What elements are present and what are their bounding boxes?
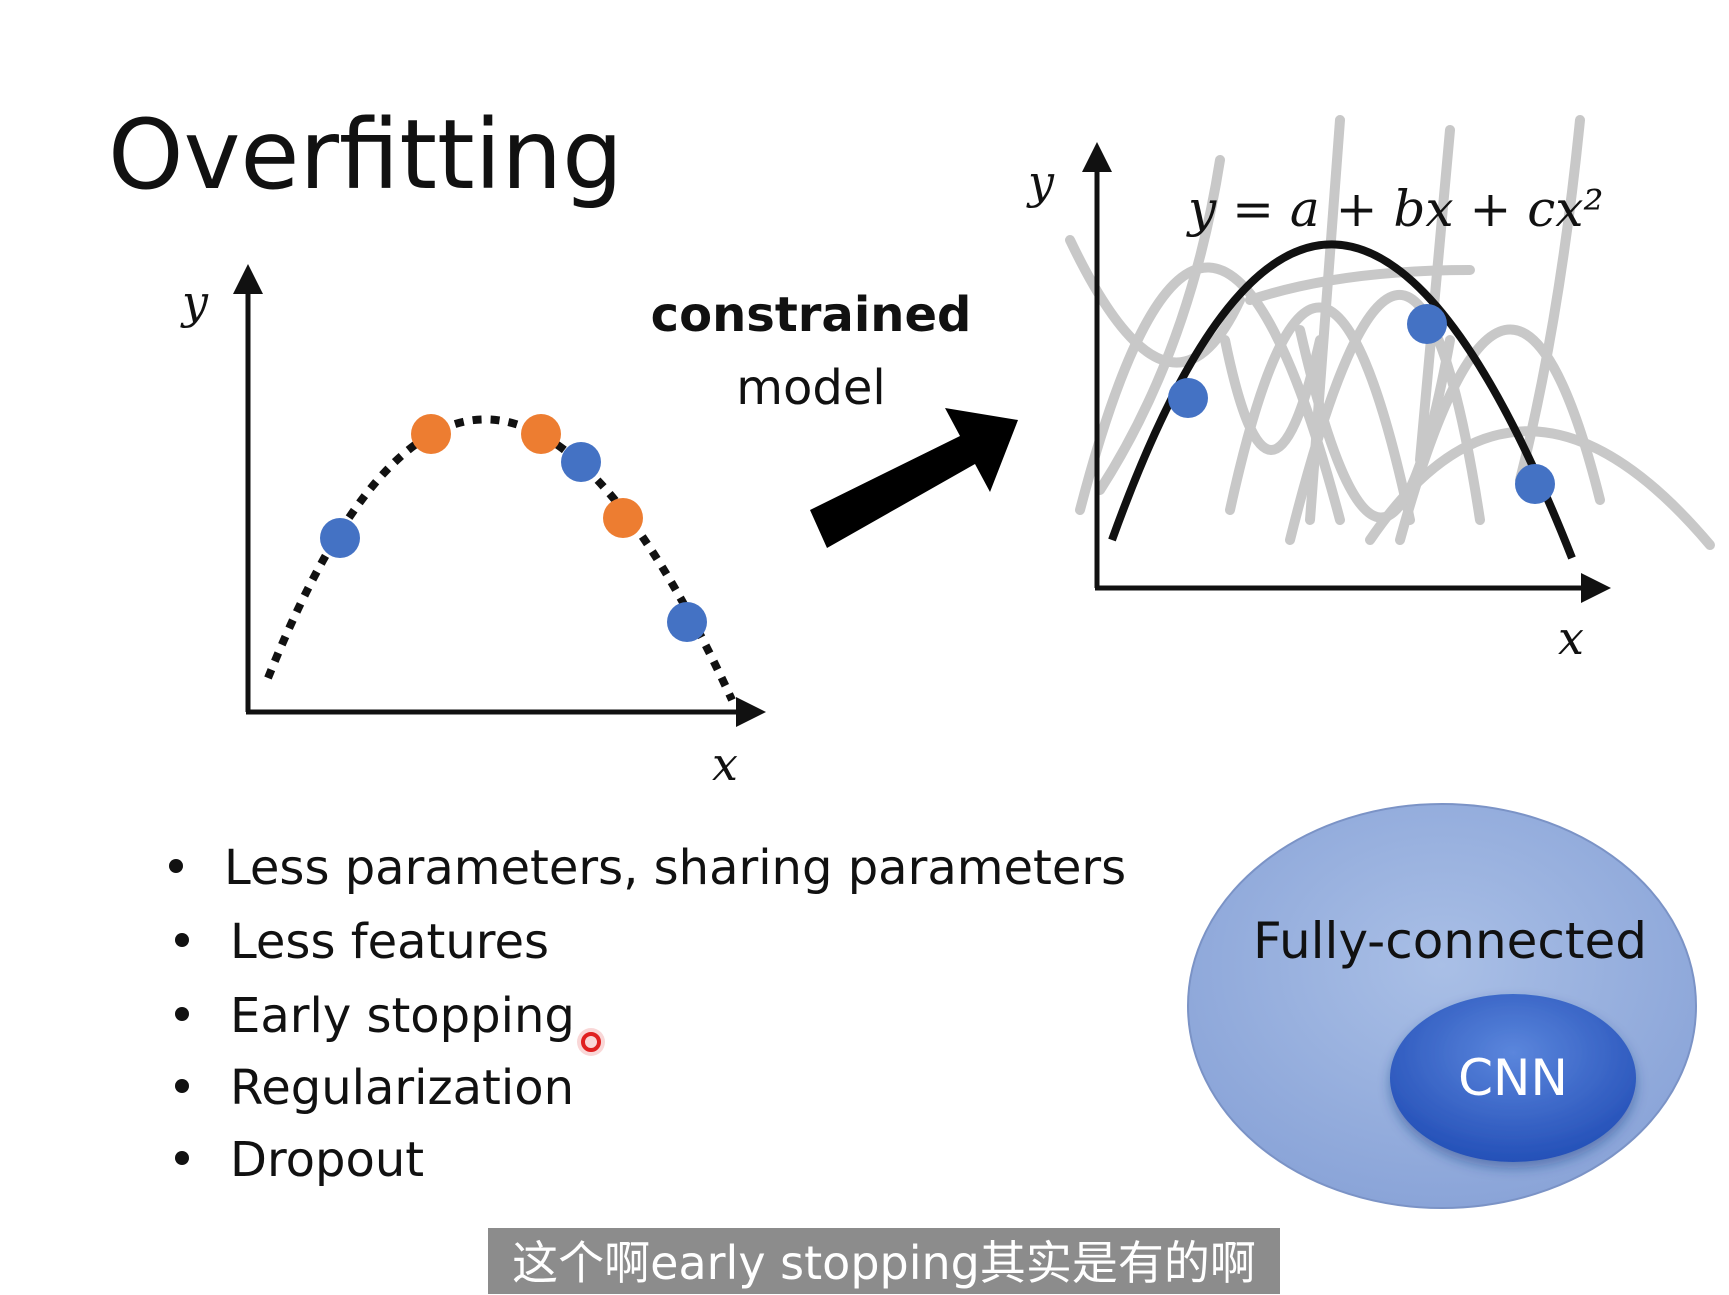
laser-pointer-icon xyxy=(577,1028,605,1056)
right-x-label: x xyxy=(1558,611,1584,665)
bullet-item: Dropout xyxy=(230,1132,424,1188)
left-y-label: y xyxy=(180,275,209,329)
bullet-dot xyxy=(175,1151,189,1165)
fully-connected-ellipse xyxy=(1187,803,1697,1209)
bullet-item: Regularization xyxy=(230,1060,574,1116)
fully-connected-label: Fully-connected xyxy=(1253,912,1647,970)
left-point-orange xyxy=(521,414,561,454)
cnn-label: CNN xyxy=(1458,1049,1568,1107)
bullet-dot xyxy=(175,933,189,947)
right-arrow-icon xyxy=(810,408,1018,548)
right-point-blue xyxy=(1407,304,1447,344)
equation: y = a + bx + cx² xyxy=(1186,180,1604,238)
bullet-item: Less features xyxy=(230,914,549,970)
left-point-blue xyxy=(320,518,360,558)
right-plot: y x y = a + bx + cx² xyxy=(1026,115,1715,665)
slide-title: Overfitting xyxy=(108,99,623,211)
left-point-blue xyxy=(561,442,601,482)
left-x-label: x xyxy=(712,737,738,791)
model-label: model xyxy=(736,360,885,416)
left-dotted-curve xyxy=(264,415,736,702)
right-point-blue xyxy=(1515,464,1555,504)
left-point-orange xyxy=(411,414,451,454)
right-point-blue xyxy=(1168,378,1208,418)
bullet-dot xyxy=(175,1079,189,1093)
subtitle-text: 这个啊early stopping其实是有的啊 xyxy=(512,1236,1256,1290)
bullet-item: Less parameters, sharing parameters xyxy=(224,840,1126,896)
venn-diagram: Fully-connected CNN xyxy=(1187,803,1697,1209)
right-y-label: y xyxy=(1026,155,1055,209)
left-point-blue xyxy=(667,602,707,642)
bullet-item: Early stopping xyxy=(230,988,575,1044)
bullet-dot xyxy=(175,1007,189,1021)
left-point-orange xyxy=(603,498,643,538)
left-plot: y x xyxy=(180,264,766,791)
bullet-list: Less parameters, sharing parameters Less… xyxy=(169,840,1126,1188)
constrained-label: constrained xyxy=(651,287,972,343)
bullet-dot xyxy=(169,859,183,873)
